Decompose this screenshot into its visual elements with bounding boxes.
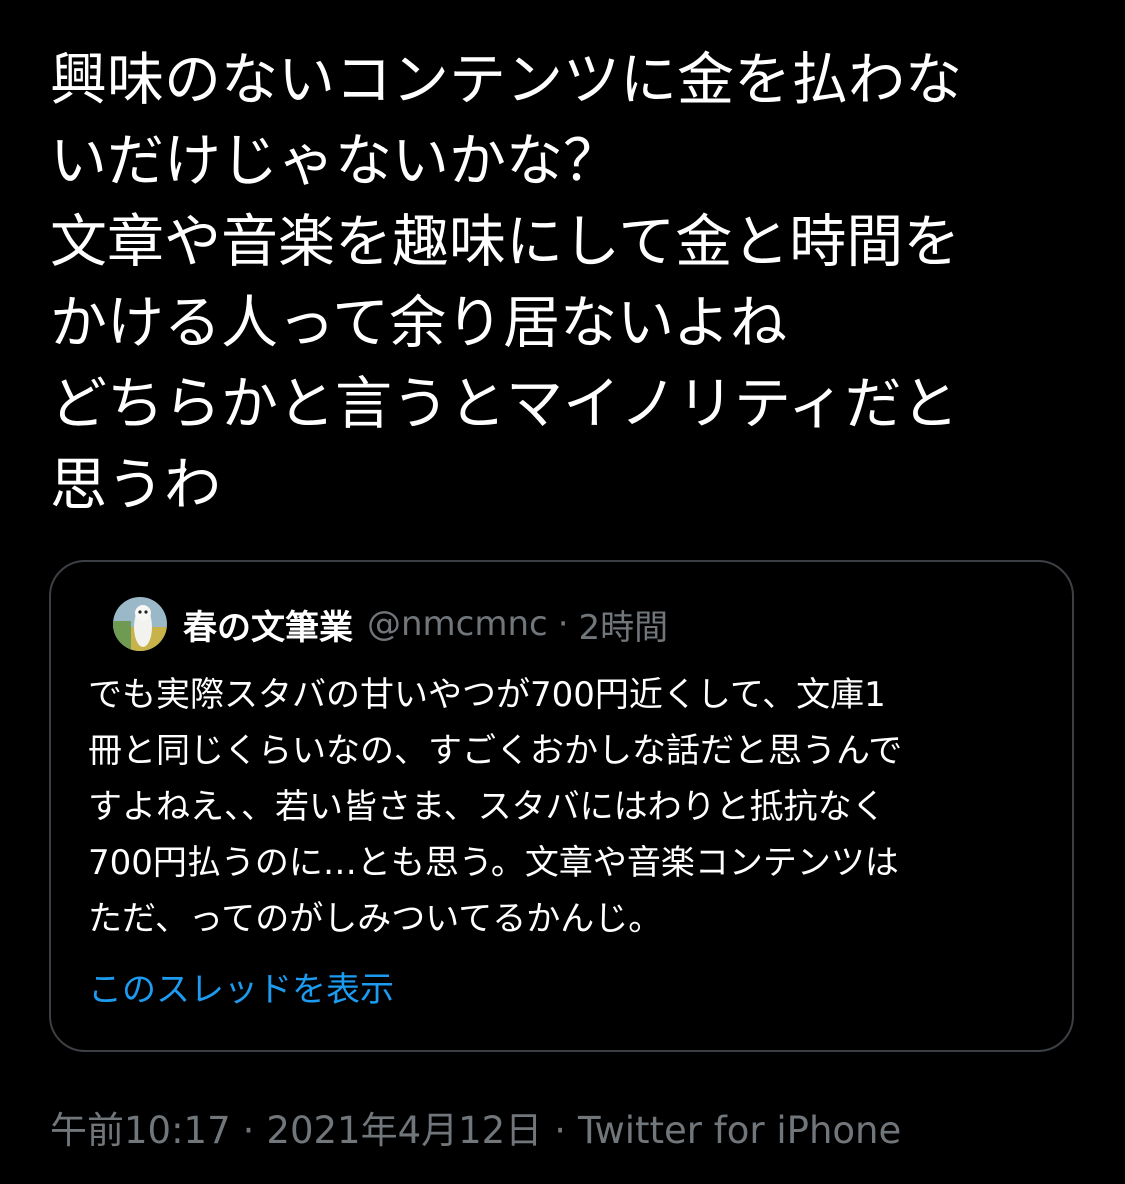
tweet-date[interactable]: 2021年4月12日 bbox=[266, 1109, 542, 1152]
separator-dot: · bbox=[554, 1109, 566, 1152]
tweet-text: 興味のないコンテンツに金を払わな いだけじゃないかな？ 文章や音楽を趣味にして金… bbox=[50, 40, 1080, 526]
tweet-text-line: かける人って余り居ないよね bbox=[50, 290, 788, 356]
quoted-tweet-text-line: すよねえ、、若い皆さま、スタバにはわりと抵抗なく bbox=[88, 787, 886, 827]
separator-dot: · bbox=[242, 1109, 255, 1152]
tweet-source[interactable]: Twitter for iPhone bbox=[578, 1109, 901, 1152]
quoted-tweet-text-line: ただ、ってのがしみついてるかんじ。 bbox=[88, 899, 663, 939]
tweet-time[interactable]: 午前10:17 bbox=[50, 1109, 231, 1152]
tweet-text-line: 思うわ bbox=[50, 452, 221, 518]
tweet-text-line: いだけじゃないかな？ bbox=[50, 128, 620, 194]
quoted-tweet-time: 2時間 bbox=[578, 607, 669, 648]
quoted-tweet-text-line: 700円払うのに…とも思う。文章や音楽コンテンツは bbox=[88, 843, 899, 883]
quoted-tweet-card[interactable]: 春の文筆業 @nmcmnc · 2時間 でも実際スタバの甘いやつが700円近くし… bbox=[49, 560, 1074, 1052]
author-name[interactable]: 春の文筆業 bbox=[183, 600, 353, 649]
tweet-text-line: どちらかと言うとマイノリティだと bbox=[50, 371, 959, 437]
tweet-metadata: 午前10:17 · 2021年4月12日 · Twitter for iPhone bbox=[50, 1100, 901, 1154]
tweet-text-line: 興味のないコンテンツに金を払わな bbox=[50, 47, 962, 113]
quoted-tweet-text-line: 冊と同じくらいなの、すごくおかしな話だと思うんで bbox=[88, 731, 903, 771]
quoted-tweet-header: 春の文筆業 @nmcmnc · 2時間 bbox=[113, 595, 668, 653]
quoted-tweet-text: でも実際スタバの甘いやつが700円近くして、文庫1 冊と同じくらいなの、すごくお… bbox=[88, 667, 1048, 947]
quoted-tweet-text-line: でも実際スタバの甘いやつが700円近くして、文庫1 bbox=[88, 675, 886, 715]
avatar-icon bbox=[113, 597, 167, 651]
author-handle[interactable]: @nmcmnc bbox=[367, 604, 548, 644]
tweet-text-line: 文章や音楽を趣味にして金と時間を bbox=[50, 209, 961, 275]
show-thread-link[interactable]: このスレッドを表示 bbox=[88, 962, 394, 1011]
separator-dot: · bbox=[557, 604, 569, 644]
avatar[interactable] bbox=[113, 597, 167, 651]
